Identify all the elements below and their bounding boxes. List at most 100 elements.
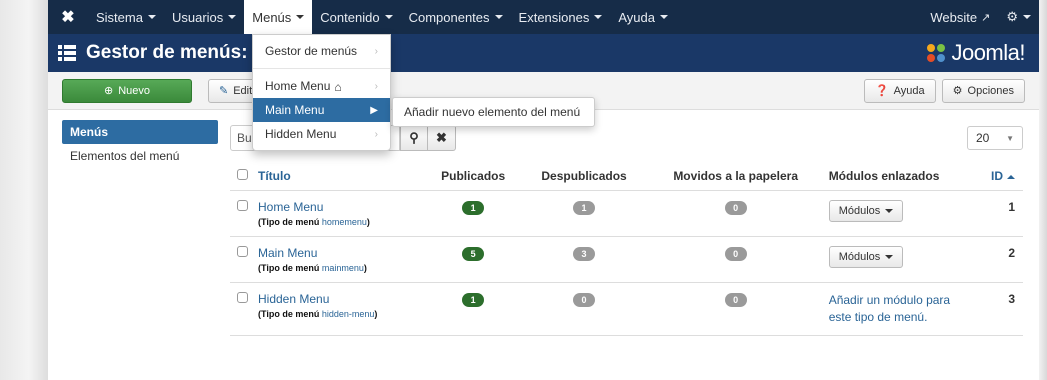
nav-usuarios[interactable]: Usuarios	[164, 0, 244, 34]
menu-type-suffix: )	[374, 309, 378, 319]
caret-down-icon	[384, 15, 393, 19]
caret-down-icon	[1023, 15, 1031, 19]
dropdown-item-home-menu[interactable]: Home Menu ⌂ ›	[253, 74, 390, 98]
dropdown-item-hidden-menu[interactable]: Hidden Menu ›	[253, 122, 390, 146]
dropdown-item-menu-manager[interactable]: Gestor de menús ›	[253, 39, 390, 63]
menu-type-suffix: )	[366, 217, 370, 227]
menu-title-link[interactable]: Main Menu	[258, 246, 421, 260]
content-area: Menús Elementos del menú ⚲ ✖ 20▼ Título …	[48, 110, 1039, 336]
nav-contenido[interactable]: Contenido	[312, 0, 400, 34]
row-checkbox[interactable]	[236, 292, 248, 303]
table-row: Main Menu (Tipo de menú mainmenu) 5 3 0 …	[230, 236, 1023, 283]
row-checkbox[interactable]	[236, 246, 248, 257]
chevron-down-icon: ▼	[1006, 133, 1014, 143]
search-button[interactable]: ⚲	[400, 125, 428, 151]
published-badge[interactable]: 1	[462, 201, 485, 215]
table-header-row: Título Publicados Despublicados Movidos …	[230, 162, 1023, 191]
published-badge[interactable]: 1	[462, 293, 485, 307]
id-cell: 2	[974, 236, 1023, 283]
chevron-right-icon: ▶	[370, 104, 378, 116]
menu-type: (Tipo de menú hidden-menu)	[258, 309, 421, 319]
sort-asc-icon	[1007, 174, 1015, 179]
menu-type-link[interactable]: mainmenu	[322, 263, 364, 273]
joomla-x-icon[interactable]: ✖	[48, 7, 88, 27]
list-limit-select[interactable]: 20 ▼	[967, 126, 1023, 150]
window-shadow-right	[1039, 0, 1047, 380]
menu-type-prefix: (Tipo de menú	[258, 263, 322, 273]
add-menu-item-submenu[interactable]: Añadir nuevo elemento del menú	[392, 97, 595, 127]
nav-extensiones[interactable]: Extensiones	[511, 0, 611, 34]
chevron-right-icon: ›	[374, 128, 378, 140]
nav-contenido-label: Contenido	[320, 9, 380, 25]
website-link[interactable]: Website ↗	[922, 0, 998, 34]
trashed-cell: 0	[646, 236, 825, 283]
menu-type-suffix: )	[363, 263, 367, 273]
trashed-cell: 0	[646, 282, 825, 336]
unpublished-badge[interactable]: 0	[573, 293, 596, 307]
caret-down-icon	[885, 255, 894, 259]
col-title[interactable]: Título	[254, 162, 425, 191]
select-all-cell	[230, 162, 254, 191]
modules-button[interactable]: Módulos	[828, 200, 904, 222]
nav-sistema[interactable]: Sistema	[88, 0, 164, 34]
row-checkbox[interactable]	[236, 200, 248, 211]
caret-down-icon	[228, 15, 237, 19]
col-trashed: Movidos a la papelera	[646, 162, 825, 191]
nav-menus[interactable]: Menús	[244, 0, 313, 34]
plus-circle-icon: ⊕	[103, 85, 114, 97]
caret-down-icon	[494, 15, 503, 19]
id-cell: 1	[974, 190, 1023, 237]
website-label: Website	[930, 9, 978, 25]
caret-down-icon	[660, 15, 668, 19]
dropdown-item-label: Hidden Menu	[265, 127, 337, 141]
select-all-checkbox[interactable]	[236, 169, 248, 180]
window-shadow-left	[0, 0, 48, 380]
options-button[interactable]: ⚙ Opciones	[941, 78, 1025, 103]
trashed-badge[interactable]: 0	[724, 201, 747, 215]
table-row: Home Menu (Tipo de menú homemenu) 1 1 0 …	[230, 190, 1023, 237]
modules-cell: Módulos	[824, 236, 975, 283]
sidebar-item-menu-items[interactable]: Elementos del menú	[62, 144, 218, 168]
row-title-cell: Main Menu (Tipo de menú mainmenu)	[254, 236, 425, 283]
unpublished-badge[interactable]: 3	[573, 247, 596, 261]
clear-button[interactable]: ✖	[428, 125, 456, 151]
menu-type-prefix: (Tipo de menú	[258, 217, 322, 227]
list-limit-value: 20	[976, 131, 990, 145]
nav-ayuda[interactable]: Ayuda	[610, 0, 676, 34]
new-button[interactable]: ⊕ Nuevo	[62, 78, 192, 103]
published-cell: 5	[424, 236, 522, 283]
joomla-brand: Joomla!	[925, 40, 1025, 66]
menu-type-link[interactable]: hidden-menu	[322, 309, 375, 319]
close-icon: ✖	[436, 130, 447, 145]
sidebar-item-menus[interactable]: Menús	[62, 120, 218, 144]
menu-type-prefix: (Tipo de menú	[258, 309, 322, 319]
row-select-cell	[230, 190, 254, 237]
top-navbar: ✖ Sistema Usuarios Menús Contenido Compo…	[48, 0, 1039, 34]
menu-title-link[interactable]: Home Menu	[258, 200, 421, 214]
navbar-right: Website ↗ ⚙	[922, 0, 1039, 34]
trashed-badge[interactable]: 0	[724, 293, 747, 307]
help-button[interactable]: ❓ Ayuda	[863, 78, 936, 103]
nav-componentes[interactable]: Componentes	[401, 0, 511, 34]
menu-type-link[interactable]: homemenu	[322, 217, 367, 227]
row-title-cell: Home Menu (Tipo de menú homemenu)	[254, 190, 425, 237]
help-button-label: Ayuda	[893, 84, 925, 97]
published-badge[interactable]: 5	[462, 247, 485, 261]
edit-icon: ✎	[219, 85, 229, 97]
add-module-link[interactable]: Añadir un módulo para este tipo de menú.	[829, 292, 971, 326]
unpublished-cell: 1	[521, 190, 647, 237]
new-button-label: Nuevo	[118, 84, 150, 97]
modules-button[interactable]: Módulos	[828, 246, 904, 268]
settings-menu[interactable]: ⚙	[998, 0, 1039, 34]
modules-cell: Añadir un módulo para este tipo de menú.	[824, 282, 975, 336]
list-icon	[48, 45, 86, 61]
caret-down-icon	[885, 209, 894, 213]
dropdown-divider	[253, 68, 390, 69]
trashed-cell: 0	[646, 190, 825, 237]
dropdown-item-main-menu[interactable]: Main Menu ▶	[253, 98, 390, 122]
col-id[interactable]: ID	[974, 162, 1023, 191]
unpublished-badge[interactable]: 1	[573, 201, 596, 215]
trashed-badge[interactable]: 0	[724, 247, 747, 261]
menu-title-link[interactable]: Hidden Menu	[258, 292, 421, 306]
page-header: Gestor de menús: M Joomla!	[48, 34, 1039, 72]
